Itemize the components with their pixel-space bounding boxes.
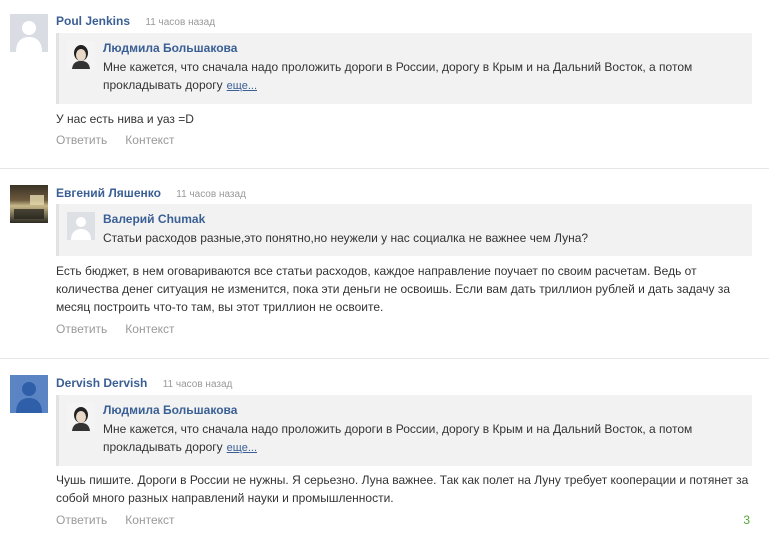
timestamp: 11 часов назад <box>176 189 246 200</box>
quote-avatar-icon[interactable] <box>67 41 95 69</box>
comment-meta: Dervish Dervish 11 часов назад <box>56 376 232 390</box>
reply-button[interactable]: Ответить <box>56 133 107 147</box>
quote-author[interactable]: Людмила Большакова <box>103 41 237 55</box>
comment-body: Есть бюджет, в нем оговариваются все ста… <box>56 264 731 314</box>
comment-actions: Ответить Контекст <box>56 513 193 527</box>
quote-text: Статьи расходов разные,это понятно,но не… <box>103 229 742 247</box>
quote-author[interactable]: Людмила Большакова <box>103 403 237 417</box>
user-avatar-icon[interactable] <box>10 375 48 413</box>
reply-button[interactable]: Ответить <box>56 513 107 527</box>
divider <box>0 168 769 169</box>
reply-button[interactable]: Ответить <box>56 322 107 336</box>
quote-text-content: Мне кажется, что сначала надо проложить … <box>103 60 693 92</box>
context-button[interactable]: Контекст <box>125 133 174 147</box>
quoted-comment: Людмила Большакова Мне кажется, что снач… <box>56 395 752 466</box>
comment-meta: Евгений Ляшенко 11 часов назад <box>56 186 246 200</box>
comment-body: У нас есть нива и уаз =D <box>56 112 194 126</box>
context-button[interactable]: Контекст <box>125 322 174 336</box>
more-link[interactable]: еще... <box>227 442 257 454</box>
quote-text-content: Статьи расходов разные,это понятно,но не… <box>103 231 589 245</box>
quote-avatar-icon[interactable] <box>67 212 95 240</box>
divider <box>0 358 769 359</box>
comment-meta: Poul Jenkins 11 часов назад <box>56 14 215 28</box>
timestamp: 11 часов назад <box>145 17 216 28</box>
comment-actions: Ответить Контекст <box>56 322 193 336</box>
author-name[interactable]: Poul Jenkins <box>56 14 130 28</box>
comment-actions: Ответить Контекст <box>56 133 193 147</box>
user-avatar-icon[interactable] <box>10 185 48 223</box>
more-link[interactable]: еще... <box>227 80 257 92</box>
quote-avatar-icon[interactable] <box>67 403 95 431</box>
quote-text: Мне кажется, что сначала надо проложить … <box>103 420 742 457</box>
likes-counter[interactable]: 3 <box>743 513 750 527</box>
quote-author[interactable]: Валерий Chumak <box>103 212 205 226</box>
timestamp: 11 часов назад <box>162 379 233 390</box>
comment-body: Чушь пишите. Дороги в России не нужны. Я… <box>56 473 749 505</box>
quoted-comment: Людмила Большакова Мне кажется, что снач… <box>56 33 752 104</box>
author-name[interactable]: Dervish Dervish <box>56 376 147 390</box>
quoted-comment: Валерий Chumak Статьи расходов разные,эт… <box>56 204 752 256</box>
author-name[interactable]: Евгений Ляшенко <box>56 186 161 200</box>
quote-text: Мне кажется, что сначала надо проложить … <box>103 58 742 95</box>
quote-text-content: Мне кажется, что сначала надо проложить … <box>103 422 693 454</box>
context-button[interactable]: Контекст <box>125 513 174 527</box>
user-avatar-icon[interactable] <box>10 14 48 52</box>
